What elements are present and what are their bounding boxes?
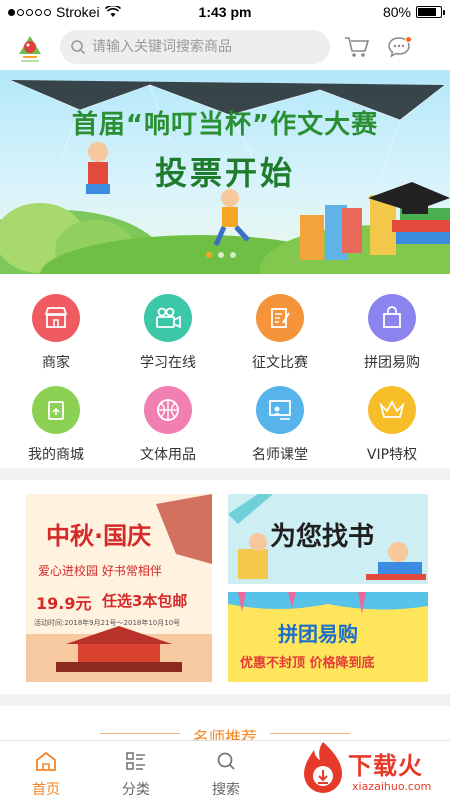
status-bar: Strokei 1:43 pm 80% xyxy=(0,0,450,24)
promo-group-buy-title: 拼团易购 xyxy=(278,622,358,646)
tab-category-label: 分类 xyxy=(122,782,150,798)
category-list-icon xyxy=(126,752,145,770)
app-logo[interactable] xyxy=(10,27,50,67)
search-icon xyxy=(71,40,86,55)
promo-left-price: 19.9元 xyxy=(36,594,92,613)
watermark-brand: 下载火 xyxy=(348,752,423,780)
category-shop[interactable]: 商家 xyxy=(0,294,112,372)
pager-dot xyxy=(218,252,224,258)
basketball-icon xyxy=(144,386,192,434)
promo-midautumn-card[interactable]: 中秋·国庆 爱心进校园 好书常相伴 19.9元 任选3本包邮 活动时间:2018… xyxy=(26,494,212,682)
document-pen-icon xyxy=(256,294,304,342)
category-label: 我的商城 xyxy=(28,447,84,463)
category-vip[interactable]: VIP特权 xyxy=(336,386,448,464)
category-label: 征文比赛 xyxy=(252,355,308,371)
store-door-icon xyxy=(32,386,80,434)
carrier-info: Strokei xyxy=(8,4,153,20)
category-online-learning[interactable]: 学习在线 xyxy=(112,294,224,372)
tab-search[interactable]: 搜索 xyxy=(196,751,256,799)
shopping-bag-icon xyxy=(368,294,416,342)
pager-dot xyxy=(206,252,212,258)
battery-icon xyxy=(416,6,446,18)
search-icon xyxy=(217,752,235,770)
teacher-recommend-header: 名师推荐 xyxy=(0,706,450,747)
category-label: 拼团易购 xyxy=(364,355,420,371)
pager-dot xyxy=(230,252,236,258)
bird-mascot-logo-icon xyxy=(19,36,41,62)
home-icon xyxy=(36,751,56,771)
search-bar[interactable] xyxy=(60,30,330,64)
cart-button[interactable] xyxy=(342,32,372,62)
fire-icon xyxy=(304,742,342,793)
shop-icon xyxy=(32,294,80,342)
promo-section: 中秋·国庆 爱心进校园 好书常相伴 19.9元 任选3本包邮 活动时间:2018… xyxy=(0,480,450,694)
promo-left-title: 中秋·国庆 xyxy=(46,522,152,550)
category-label: VIP特权 xyxy=(366,447,418,463)
search-input[interactable] xyxy=(92,39,312,55)
signal-strength-icon xyxy=(8,8,51,16)
promo-left-line1: 爱心进校园 好书常相伴 xyxy=(38,564,162,578)
tab-category[interactable]: 分类 xyxy=(106,751,166,799)
category-label: 名师课堂 xyxy=(252,447,308,463)
tab-home-label: 首页 xyxy=(32,782,60,798)
message-button[interactable] xyxy=(384,32,414,62)
category-my-mall[interactable]: 我的商城 xyxy=(0,386,112,464)
carrier-name: Strokei xyxy=(56,4,100,20)
category-famous-teacher[interactable]: 名师课堂 xyxy=(224,386,336,464)
battery-info: 80% xyxy=(297,4,446,20)
category-label: 学习在线 xyxy=(140,355,196,371)
promo-left-period: 活动时间:2018年9月21号～2018年10月10号 xyxy=(34,619,181,627)
category-sports-supplies[interactable]: 文体用品 xyxy=(112,386,224,464)
tab-search-label: 搜索 xyxy=(212,782,240,798)
watermark-logo: 下载火 xiazaihuo.com xyxy=(296,736,450,800)
wifi-icon xyxy=(104,6,121,17)
divider-line xyxy=(270,733,350,734)
unread-badge xyxy=(405,36,412,43)
category-label: 文体用品 xyxy=(140,447,196,463)
cart-icon xyxy=(345,37,370,57)
banner-subtitle: 投票开始 xyxy=(154,154,295,192)
promo-find-books-title: 为您找书 xyxy=(270,522,375,552)
battery-percent: 80% xyxy=(382,4,412,20)
promo-group-buy-card[interactable]: 拼团易购 优惠不封顶 价格降到底 xyxy=(228,592,428,682)
promo-find-books-card[interactable]: 为您找书 xyxy=(228,494,428,584)
top-header xyxy=(0,24,450,70)
category-essay-contest[interactable]: 征文比赛 xyxy=(224,294,336,372)
category-group-buy[interactable]: 拼团易购 xyxy=(336,294,448,372)
status-time: 1:43 pm xyxy=(198,4,252,20)
watermark-url: xiazaihuo.com xyxy=(352,780,432,793)
banner-title: 首届“响叮当杯”作文大赛 xyxy=(71,110,379,140)
video-camera-icon xyxy=(144,294,192,342)
category-grid: 商家 学习在线 征文比赛 拼团易购 我的商城 文体用品 名师课堂 VIP特权 xyxy=(0,274,450,468)
crown-icon xyxy=(368,386,416,434)
hero-banner[interactable]: 首届“响叮当杯”作文大赛 投票开始 xyxy=(0,70,450,274)
promo-group-buy-slogan: 优惠不封顶 价格降到底 xyxy=(240,656,375,671)
teacher-board-icon xyxy=(256,386,304,434)
tab-home[interactable]: 首页 xyxy=(16,751,76,799)
promo-left-offer: 任选3本包邮 xyxy=(102,592,188,610)
banner-pager xyxy=(206,252,236,258)
category-label: 商家 xyxy=(42,355,70,371)
